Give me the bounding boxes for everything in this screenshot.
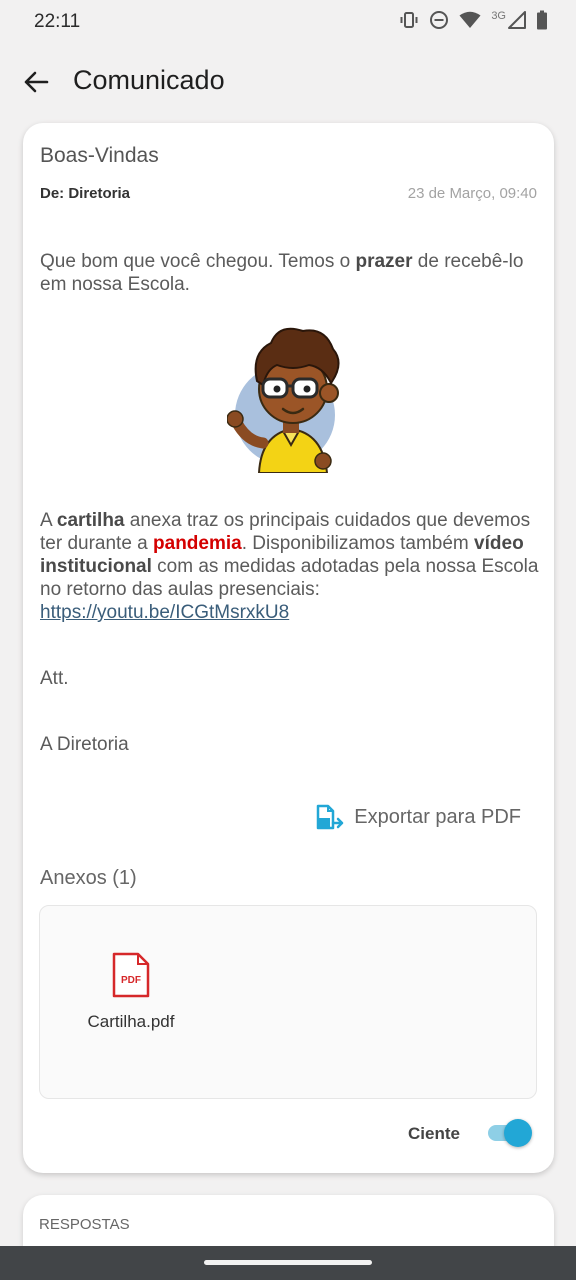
body-text-3: . Disponibilizamos também [241, 533, 475, 554]
export-pdf-button[interactable]: Exportar para PDF [316, 804, 521, 830]
message-paragraph-body: A cartilha anexa traz os principais cuid… [40, 509, 540, 624]
wifi-icon [459, 11, 481, 28]
ciente-toggle[interactable] [486, 1118, 532, 1148]
responses-title: RESPOSTAS [39, 1216, 130, 1233]
back-button[interactable] [16, 62, 56, 102]
vibrate-icon [400, 12, 418, 28]
attachments-title: Anexos (1) [40, 867, 137, 889]
status-icons: 3G [399, 10, 548, 30]
intro-bold-prazer: prazer [355, 251, 413, 272]
message-date: 23 de Março, 09:40 [407, 185, 537, 202]
network-type-label: 3G [491, 10, 506, 22]
app-bar: Comunicado [0, 52, 576, 112]
intro-text-1: Que bom que você chegou. Temos o [40, 251, 356, 272]
home-gesture-handle[interactable] [204, 1260, 372, 1265]
export-pdf-label: Exportar para PDF [354, 805, 521, 828]
pdf-icon-text: PDF [121, 975, 141, 986]
body-text-1: A [40, 510, 57, 531]
pdf-file-icon: PDF [112, 952, 150, 998]
battery-icon [537, 10, 547, 30]
page-title: Comunicado [73, 65, 225, 95]
cartoon-student-mascot [227, 327, 340, 473]
message-signature: A Diretoria [40, 734, 129, 755]
signal-icon [508, 11, 526, 29]
export-pdf-icon [317, 804, 344, 830]
status-time: 22:11 [34, 11, 81, 32]
attachment-item[interactable]: PDF Cartilha.pdf [86, 952, 176, 1032]
toggle-thumb [504, 1119, 532, 1147]
message-paragraph-intro: Que bom que você chegou. Temos o prazer … [40, 250, 540, 296]
video-link[interactable]: https://youtu.be/ICGtMsrxkU8 [40, 602, 289, 623]
ciente-label: Ciente [408, 1124, 460, 1143]
body-highlight-pandemia: pandemia [153, 533, 242, 554]
arrow-left-icon [24, 71, 49, 93]
message-card: Boas-Vindas De: Diretoria 23 de Março, 0… [23, 123, 554, 1173]
message-title: Boas-Vindas [40, 144, 159, 167]
do-not-disturb-icon [430, 11, 449, 29]
body-bold-cartilha: cartilha [56, 510, 125, 531]
message-closing: Att. [40, 668, 69, 689]
attachment-file-name: Cartilha.pdf [87, 1012, 175, 1031]
attachments-list: PDF Cartilha.pdf [39, 905, 537, 1099]
status-bar: 22:11 3G [0, 0, 576, 44]
system-navigation-bar [0, 1246, 576, 1280]
message-sender: De: Diretoria [40, 185, 131, 202]
